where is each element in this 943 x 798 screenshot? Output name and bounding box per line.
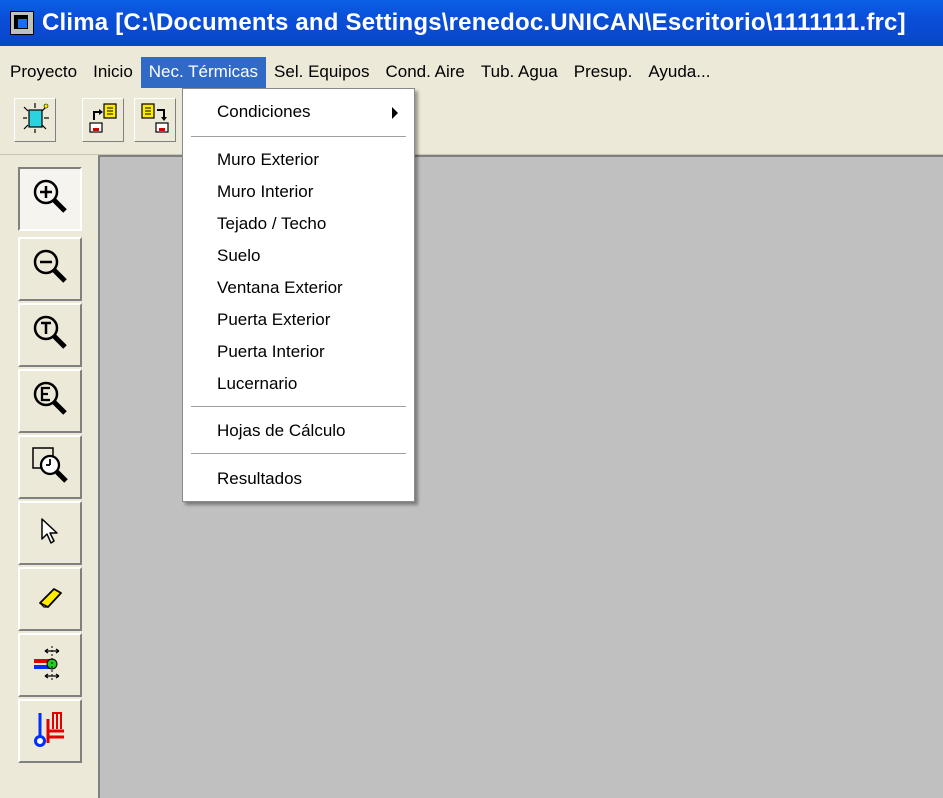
new-project-button[interactable] xyxy=(14,98,56,142)
app-icon[interactable] xyxy=(10,11,34,35)
open-file-icon xyxy=(87,102,119,139)
menu-item-tejado-techo[interactable]: Tejado / Techo xyxy=(217,211,326,237)
save-file-icon xyxy=(139,102,171,139)
zoom-extents-button[interactable] xyxy=(18,369,82,433)
zoom-in-icon xyxy=(30,177,70,222)
open-file-button[interactable] xyxy=(82,98,124,142)
eraser-icon xyxy=(30,577,70,622)
menu-proyecto[interactable]: Proyecto xyxy=(2,57,85,88)
zoom-out-icon xyxy=(30,247,70,292)
menu-item-puerta-exterior[interactable]: Puerta Exterior xyxy=(217,307,330,333)
menu-nec-termicas[interactable]: Nec. Térmicas xyxy=(140,56,267,88)
nec-termicas-dropdown: Condiciones Muro Exterior Muro Interior … xyxy=(182,88,415,502)
submenu-arrow-icon xyxy=(392,107,398,119)
new-project-icon xyxy=(19,102,51,139)
thermometer-radiator-button[interactable] xyxy=(18,699,82,763)
menu-inicio[interactable]: Inicio xyxy=(85,57,141,88)
connect-node-icon xyxy=(30,643,70,688)
menu-item-condiciones[interactable]: Condiciones xyxy=(217,99,311,125)
zoom-out-button[interactable] xyxy=(18,237,82,301)
menu-ayuda[interactable]: Ayuda... xyxy=(640,57,718,88)
zoom-in-button[interactable] xyxy=(18,167,82,231)
zoom-total-button[interactable] xyxy=(18,303,82,367)
menu-separator xyxy=(191,406,406,407)
connect-node-button[interactable] xyxy=(18,633,82,697)
zoom-extents-icon xyxy=(30,379,70,424)
zoom-total-icon xyxy=(30,313,70,358)
menu-item-lucernario[interactable]: Lucernario xyxy=(217,371,297,397)
menu-separator xyxy=(191,453,406,454)
title-bar[interactable]: Clima [C:\Documents and Settings\renedoc… xyxy=(0,0,943,46)
menu-tub-agua[interactable]: Tub. Agua xyxy=(473,57,566,88)
menu-sel-equipos[interactable]: Sel. Equipos xyxy=(266,57,377,88)
select-arrow-icon xyxy=(30,511,70,556)
window-title: Clima [C:\Documents and Settings\renedoc… xyxy=(42,9,906,36)
menu-bar: Proyecto Inicio Nec. Térmicas Sel. Equip… xyxy=(0,56,943,88)
save-file-button[interactable] xyxy=(134,98,176,142)
menu-item-suelo[interactable]: Suelo xyxy=(217,243,260,269)
zoom-window-icon xyxy=(30,445,70,490)
tool-palette xyxy=(0,155,96,798)
menu-item-puerta-interior[interactable]: Puerta Interior xyxy=(217,339,325,365)
menu-presup[interactable]: Presup. xyxy=(566,57,641,88)
thermometer-radiator-icon xyxy=(30,709,70,754)
menu-item-hojas-de-calculo[interactable]: Hojas de Cálculo xyxy=(217,418,346,444)
menu-item-muro-interior[interactable]: Muro Interior xyxy=(217,179,313,205)
menu-separator xyxy=(191,136,406,137)
menu-item-ventana-exterior[interactable]: Ventana Exterior xyxy=(217,275,343,301)
eraser-button[interactable] xyxy=(18,567,82,631)
select-arrow-button[interactable] xyxy=(18,501,82,565)
menu-cond-aire[interactable]: Cond. Aire xyxy=(378,57,473,88)
menu-item-resultados[interactable]: Resultados xyxy=(217,466,302,492)
menu-item-muro-exterior[interactable]: Muro Exterior xyxy=(217,147,319,173)
toolbar xyxy=(0,92,943,155)
zoom-window-button[interactable] xyxy=(18,435,82,499)
